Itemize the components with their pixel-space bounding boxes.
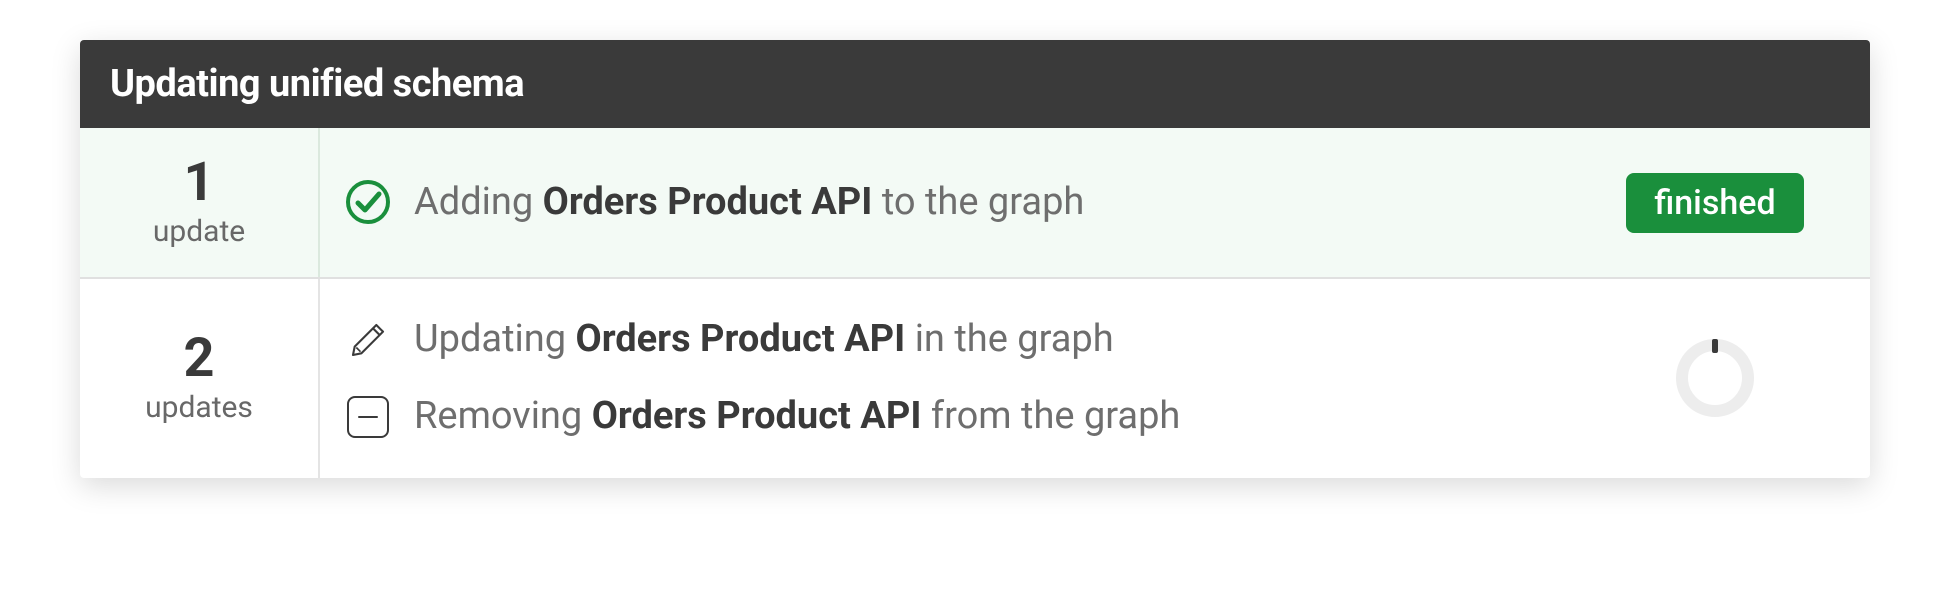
count-label: updates [145, 390, 253, 425]
text-prefix: Removing [414, 394, 592, 438]
text-prefix: Adding [414, 180, 543, 224]
text-suffix: from the graph [921, 394, 1180, 438]
count-label: update [153, 214, 245, 249]
status-badge: finished [1626, 173, 1803, 233]
update-item: Removing Orders Product API from the gra… [344, 378, 1556, 455]
update-group: 1 update Adding Orders Product API to th… [80, 128, 1870, 279]
update-item: Adding Orders Product API to the graph [344, 164, 1556, 241]
update-item-text: Removing Orders Product API from the gra… [414, 392, 1180, 441]
update-item-text: Updating Orders Product API in the graph [414, 315, 1114, 364]
update-items: Updating Orders Product API in the graph… [320, 279, 1580, 478]
text-prefix: Updating [414, 317, 576, 361]
update-items: Adding Orders Product API to the graph [320, 128, 1580, 277]
count-number: 1 [184, 156, 215, 210]
pencil-icon [344, 316, 392, 364]
remove-icon [344, 393, 392, 441]
schema-update-panel: Updating unified schema 1 update Adding … [80, 40, 1870, 478]
update-count: 2 updates [80, 279, 320, 478]
status-col [1580, 279, 1870, 478]
loading-spinner-icon [1676, 339, 1754, 417]
text-suffix: in the graph [905, 317, 1113, 361]
text-strong: Orders Product API [576, 317, 906, 361]
count-number: 2 [184, 332, 215, 386]
update-count: 1 update [80, 128, 320, 277]
check-circle-icon [344, 178, 392, 226]
panel-title: Updating unified schema [80, 40, 1870, 128]
update-item-text: Adding Orders Product API to the graph [414, 178, 1084, 227]
update-group: 2 updates Updating Orders Product API in… [80, 279, 1870, 478]
text-strong: Orders Product API [543, 180, 873, 224]
text-strong: Orders Product API [592, 394, 922, 438]
update-item: Updating Orders Product API in the graph [344, 301, 1556, 378]
status-col: finished [1580, 128, 1870, 277]
text-suffix: to the graph [872, 180, 1084, 224]
